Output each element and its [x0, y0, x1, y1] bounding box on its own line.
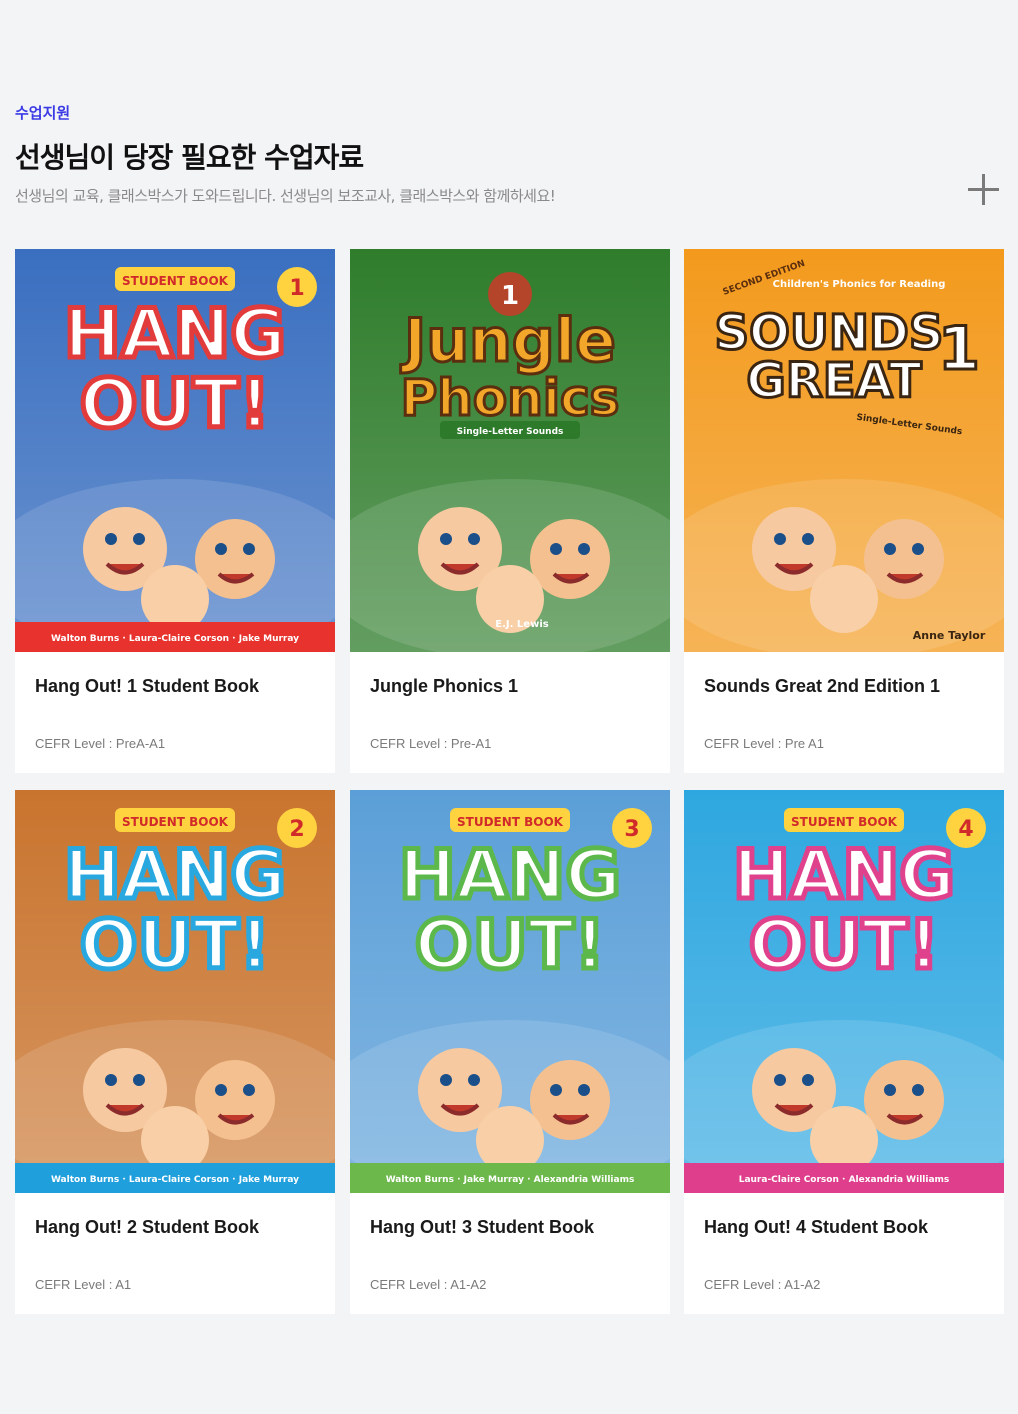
book-cefr-level: CEFR Level : A1-A2: [704, 1277, 821, 1292]
svg-text:2: 2: [289, 817, 304, 842]
svg-text:1: 1: [938, 314, 980, 384]
svg-text:Single-Letter Sounds: Single-Letter Sounds: [457, 427, 564, 437]
book-card[interactable]: STUDENT BOOK HANG OUT! 1 Walton Burns · …: [15, 249, 335, 773]
svg-text:HANG: HANG: [64, 295, 286, 374]
book-card[interactable]: STUDENT BOOK HANG OUT! 2 Walton Burns · …: [15, 790, 335, 1314]
svg-text:STUDENT BOOK: STUDENT BOOK: [457, 815, 564, 829]
book-title[interactable]: Jungle Phonics 1: [370, 676, 518, 697]
book-card[interactable]: STUDENT BOOK HANG OUT! 3 Walton Burns · …: [350, 790, 670, 1314]
section-eyebrow: 수업지원: [15, 104, 71, 122]
section-title: 선생님이 당장 필요한 수업자료: [15, 141, 364, 174]
svg-text:4: 4: [958, 817, 973, 842]
svg-text:GREAT: GREAT: [746, 353, 922, 409]
svg-text:Phonics: Phonics: [401, 369, 620, 427]
book-title[interactable]: Hang Out! 2 Student Book: [35, 1217, 259, 1238]
book-card[interactable]: Children's Phonics for Reading SECOND ED…: [684, 249, 1004, 773]
book-title[interactable]: Sounds Great 2nd Edition 1: [704, 676, 940, 697]
book-cefr-level: CEFR Level : PreA-A1: [35, 736, 166, 751]
plus-icon[interactable]: [966, 172, 1000, 206]
svg-text:STUDENT BOOK: STUDENT BOOK: [791, 815, 898, 829]
svg-text:Jungle: Jungle: [400, 306, 616, 376]
book-cover-image[interactable]: Children's Phonics for Reading SECOND ED…: [684, 249, 1004, 652]
book-cover-image[interactable]: 1 Jungle Phonics Single-Letter Sounds E.…: [350, 249, 670, 652]
book-cefr-level: CEFR Level : Pre A1: [704, 736, 824, 751]
svg-text:HANG: HANG: [64, 836, 286, 915]
book-cefr-level: CEFR Level : Pre-A1: [370, 736, 492, 751]
svg-text:HANG: HANG: [733, 836, 955, 915]
svg-text:OUT!: OUT!: [749, 906, 939, 985]
svg-text:3: 3: [624, 817, 639, 842]
svg-text:Walton Burns · Jake Murray · A: Walton Burns · Jake Murray · Alexandria …: [386, 1175, 635, 1185]
book-cover-image[interactable]: STUDENT BOOK HANG OUT! 1 Walton Burns · …: [15, 249, 335, 652]
book-cover-image[interactable]: STUDENT BOOK HANG OUT! 3 Walton Burns · …: [350, 790, 670, 1193]
book-cover-image[interactable]: STUDENT BOOK HANG OUT! 4 Laura-Claire Co…: [684, 790, 1004, 1193]
svg-text:HANG: HANG: [399, 836, 621, 915]
svg-text:STUDENT BOOK: STUDENT BOOK: [122, 274, 229, 288]
section-subtitle: 선생님의 교육, 클래스박스가 도와드립니다. 선생님의 보조교사, 클래스박스…: [15, 187, 556, 205]
svg-text:Walton Burns · Laura-Claire Co: Walton Burns · Laura-Claire Corson · Jak…: [51, 1175, 299, 1185]
svg-text:1: 1: [289, 276, 304, 301]
svg-text:Anne Taylor: Anne Taylor: [913, 629, 986, 642]
svg-text:Walton Burns · Laura-Claire Co: Walton Burns · Laura-Claire Corson · Jak…: [51, 634, 299, 644]
svg-text:E.J. Lewis: E.J. Lewis: [495, 619, 548, 630]
svg-text:OUT!: OUT!: [415, 906, 605, 985]
svg-text:Laura-Claire Corson · Alexandr: Laura-Claire Corson · Alexandria William…: [739, 1175, 950, 1185]
book-card[interactable]: STUDENT BOOK HANG OUT! 4 Laura-Claire Co…: [684, 790, 1004, 1314]
book-cefr-level: CEFR Level : A1: [35, 1277, 132, 1292]
book-cover-image[interactable]: STUDENT BOOK HANG OUT! 2 Walton Burns · …: [15, 790, 335, 1193]
svg-text:OUT!: OUT!: [80, 906, 270, 985]
svg-text:Children's Phonics for Reading: Children's Phonics for Reading: [773, 279, 946, 290]
book-title[interactable]: Hang Out! 4 Student Book: [704, 1217, 928, 1238]
svg-text:STUDENT BOOK: STUDENT BOOK: [122, 815, 229, 829]
book-cefr-level: CEFR Level : A1-A2: [370, 1277, 487, 1292]
book-card[interactable]: 1 Jungle Phonics Single-Letter Sounds E.…: [350, 249, 670, 773]
svg-text:OUT!: OUT!: [80, 365, 270, 444]
book-title[interactable]: Hang Out! 3 Student Book: [370, 1217, 594, 1238]
book-title[interactable]: Hang Out! 1 Student Book: [35, 676, 259, 697]
